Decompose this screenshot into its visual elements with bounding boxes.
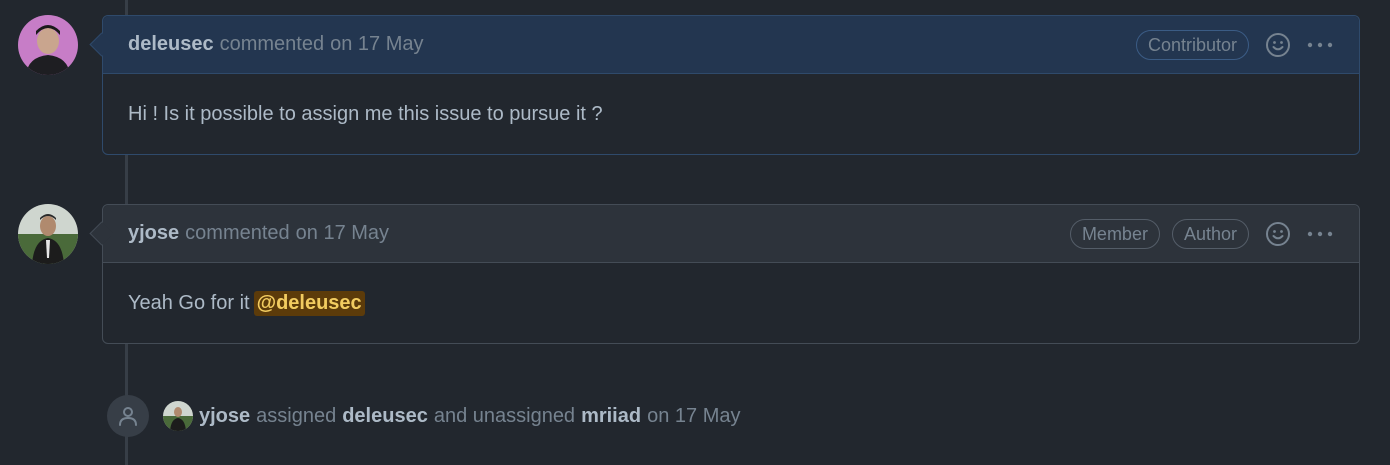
kebab-menu-icon[interactable]	[1307, 229, 1333, 239]
avatar-deleusec[interactable]	[18, 15, 78, 75]
assignment-event: yjose assigned deleusec and unassigned m…	[107, 395, 740, 437]
member-badge: Member	[1069, 218, 1160, 249]
author-badge: Author	[1171, 218, 1249, 249]
user-mention[interactable]: @deleusec	[253, 290, 365, 316]
comment-header: yjose commented on 17 May Member Author	[103, 205, 1359, 263]
comment-author[interactable]: deleusec	[128, 33, 214, 56]
event-verb-assigned: assigned	[256, 404, 337, 427]
event-unassignee[interactable]: mriiad	[581, 405, 641, 428]
comment-deleusec: deleusec commented on 17 May Contributor…	[89, 15, 1360, 155]
comment-body: Yeah Go for it @deleusec	[103, 263, 1359, 343]
comment-text: Hi ! Is it possible to assign me this is…	[128, 102, 603, 125]
contributor-badge: Contributor	[1135, 29, 1249, 60]
avatar-yjose-small[interactable]	[163, 401, 193, 431]
comment-date[interactable]: on 17 May	[330, 33, 423, 56]
comment-header: deleusec commented on 17 May Contributor	[103, 16, 1359, 74]
event-date[interactable]: on 17 May	[647, 405, 740, 428]
comment-action: commented	[219, 33, 325, 55]
avatar-yjose[interactable]	[18, 204, 78, 264]
comment-text: Yeah Go for it	[128, 291, 250, 314]
comment-yjose: yjose commented on 17 May Member Author …	[89, 204, 1360, 344]
smiley-icon[interactable]	[1265, 221, 1291, 247]
event-actor[interactable]: yjose	[199, 405, 250, 428]
kebab-menu-icon[interactable]	[1307, 40, 1333, 50]
comment-date[interactable]: on 17 May	[296, 222, 389, 245]
person-icon	[107, 395, 149, 437]
comment-body: Hi ! Is it possible to assign me this is…	[103, 74, 1359, 154]
smiley-icon[interactable]	[1265, 32, 1291, 58]
event-verb-unassigned: and unassigned	[433, 404, 576, 427]
event-assignee[interactable]: deleusec	[342, 405, 428, 428]
comment-action: commented	[185, 222, 290, 244]
comment-author[interactable]: yjose	[128, 222, 179, 245]
